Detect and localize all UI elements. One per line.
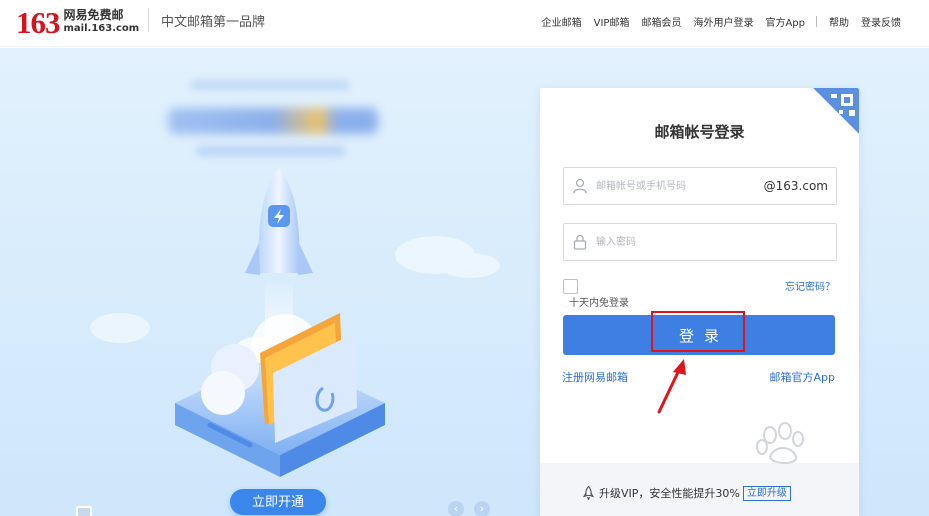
rocket-icon <box>582 486 595 500</box>
carousel-next-icon[interactable]: › <box>474 501 490 516</box>
remember-label: 十天内免登录 <box>569 298 629 309</box>
user-icon <box>564 168 596 204</box>
account-field[interactable]: @163.com <box>563 167 837 205</box>
nav-mail-member[interactable]: 邮箱会员 <box>641 14 681 29</box>
rocket-mailbox-illustration <box>175 168 385 477</box>
annotation-arrow-icon <box>657 359 686 414</box>
small-image-icon <box>76 506 92 516</box>
carousel-prev-icon[interactable]: ‹ <box>448 501 464 516</box>
lock-icon <box>564 224 596 260</box>
vip-upgrade-button[interactable]: 立即升级 <box>742 485 791 501</box>
header-divider <box>148 8 149 32</box>
email-domain-suffix: @163.com <box>763 179 828 193</box>
rocket-fin-right <box>298 243 313 275</box>
open-now-button[interactable]: 立即开通 <box>230 489 326 515</box>
baidu-watermark <box>692 413 882 477</box>
top-nav: 企业邮箱 VIP邮箱 邮箱会员 海外用户登录 官方App 帮助 登录反馈 <box>530 14 901 29</box>
nav-overseas-login[interactable]: 海外用户登录 <box>693 14 753 29</box>
baidu-paw-logo <box>756 422 804 464</box>
logo-text: 网易免费邮 mail.163.com <box>63 8 140 35</box>
account-input[interactable] <box>596 169 764 203</box>
logo-url: mail.163.com <box>63 23 140 35</box>
nav-official-app[interactable]: 官方App <box>765 14 805 29</box>
nav-vip-mail[interactable]: VIP邮箱 <box>594 14 630 29</box>
nav-enterprise-mail[interactable]: 企业邮箱 <box>542 14 582 29</box>
forgot-password-link[interactable]: 忘记密码？ <box>785 278 835 293</box>
password-field[interactable] <box>563 223 837 261</box>
annotation-highlight-box <box>651 311 745 352</box>
nav-separator <box>816 16 817 27</box>
blurred-headline <box>168 108 378 134</box>
slogan: 中文邮箱第一品牌 <box>161 15 266 30</box>
top-header: 163 网易免费邮 mail.163.com 中文邮箱第一品牌 企业邮箱 VIP… <box>0 0 929 47</box>
logo-number: 163 <box>16 4 60 40</box>
register-link[interactable]: 注册网易邮箱 <box>562 369 628 385</box>
logo-name: 网易免费邮 <box>63 8 124 23</box>
logo[interactable]: 163 网易免费邮 mail.163.com <box>16 6 139 38</box>
blurred-caption-bottom <box>196 146 346 156</box>
password-input[interactable] <box>596 225 836 259</box>
cloud-right-low <box>440 253 500 278</box>
ball-2 <box>201 371 245 415</box>
nav-login-feedback[interactable]: 登录反馈 <box>861 14 901 29</box>
blurred-caption-top <box>190 80 350 90</box>
vip-promo: 升级VIP，安全性能提升30% 立即升级 <box>582 485 791 501</box>
nav-help[interactable]: 帮助 <box>829 14 849 29</box>
official-app-link[interactable]: 邮箱官方App <box>770 369 836 385</box>
remember-checkbox[interactable] <box>563 279 578 294</box>
rocket-fin-left <box>245 243 260 275</box>
vip-promo-text: 升级VIP，安全性能提升30% <box>599 487 740 500</box>
login-title: 邮箱帐号登录 <box>654 123 745 141</box>
cloud-left <box>90 313 150 343</box>
